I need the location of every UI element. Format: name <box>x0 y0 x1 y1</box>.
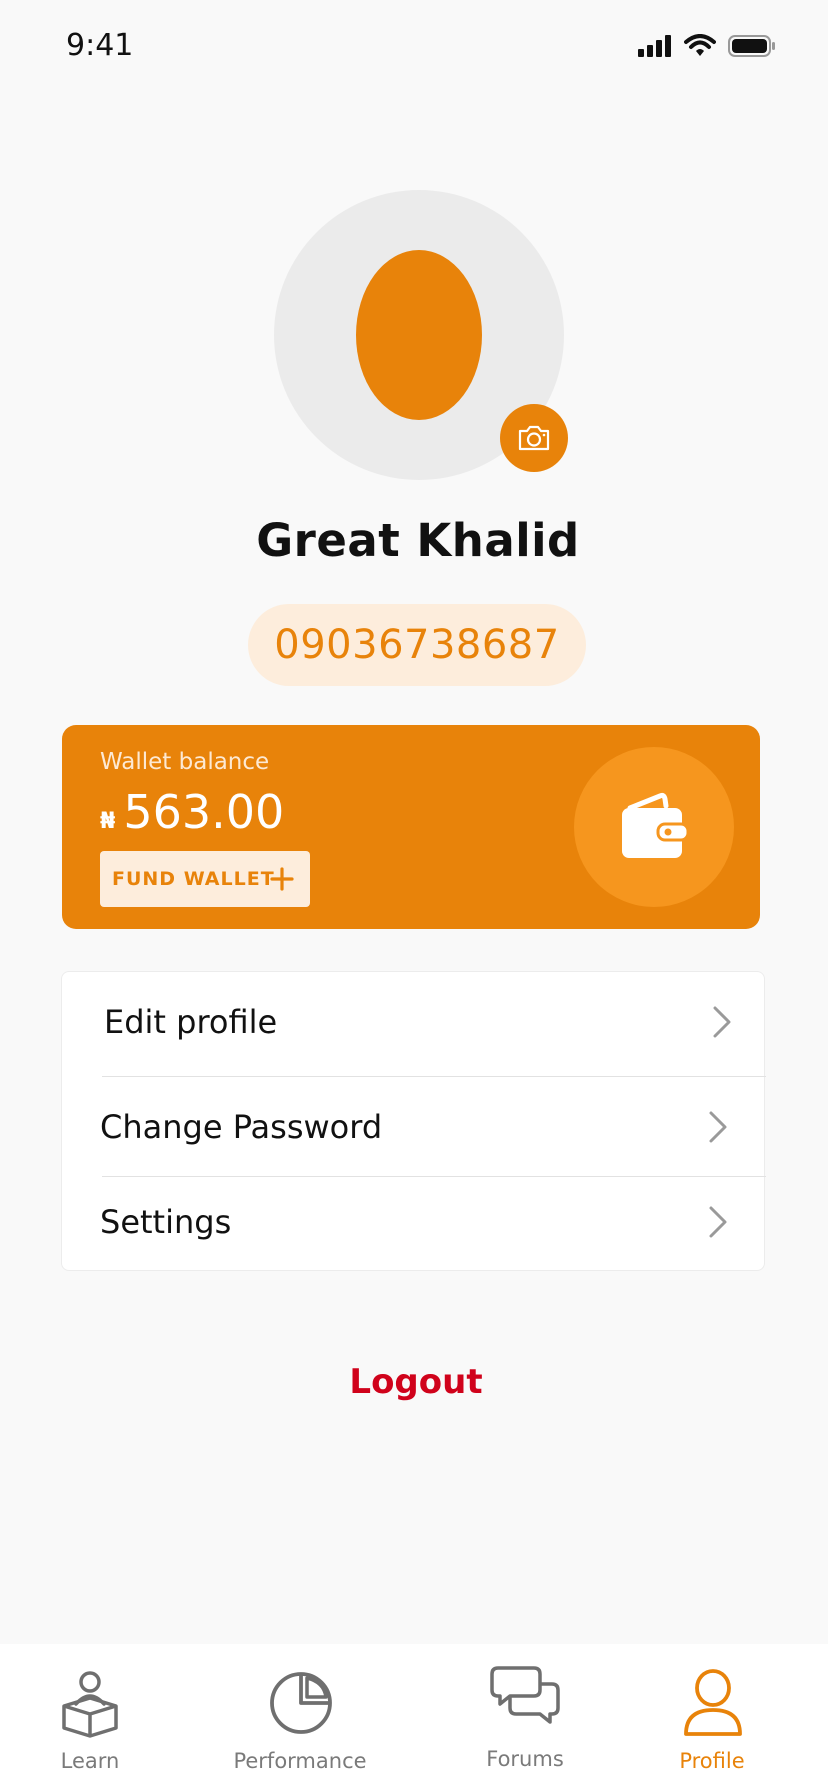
tab-performance[interactable]: Performance <box>220 1644 380 1792</box>
tab-profile[interactable]: Profile <box>662 1644 762 1792</box>
chat-bubbles-icon <box>490 1666 560 1724</box>
chevron-right-icon <box>709 1111 727 1143</box>
logout-button[interactable]: Logout <box>0 1362 828 1402</box>
profile-name: Great Khalid <box>256 514 580 567</box>
wallet-balance-label: Wallet balance <box>100 749 270 775</box>
wallet-icon-badge <box>574 747 734 907</box>
tab-label: Profile <box>679 1749 745 1773</box>
menu-item-edit-profile[interactable]: Edit profile <box>62 972 766 1072</box>
user-icon <box>684 1669 742 1736</box>
phone-number-badge: 09036738687 <box>248 604 586 686</box>
menu-item-label: Edit profile <box>104 1003 278 1041</box>
learn-icon <box>62 1671 118 1738</box>
change-photo-button[interactable] <box>500 404 568 472</box>
tab-label: Performance <box>233 1749 367 1773</box>
battery-icon <box>728 35 775 57</box>
bottom-tab-bar: Learn Performance Forums Profile <box>0 1644 828 1792</box>
chevron-right-icon <box>713 1006 731 1038</box>
wallet-balance: ₦ 563.00 <box>100 785 284 839</box>
camera-icon <box>518 425 550 451</box>
wallet-icon <box>622 792 690 858</box>
signal-icon <box>638 35 671 57</box>
wallet-balance-value: 563.00 <box>123 785 285 839</box>
wifi-icon <box>684 34 716 56</box>
status-icons <box>638 34 776 58</box>
avatar-placeholder-shape <box>356 250 482 420</box>
menu-item-label: Settings <box>100 1203 232 1241</box>
menu-item-label: Change Password <box>100 1108 383 1146</box>
fund-wallet-button[interactable]: FUND WALLET <box>100 851 310 907</box>
tab-learn[interactable]: Learn <box>40 1644 140 1792</box>
tab-label: Learn <box>60 1749 120 1773</box>
currency-symbol: ₦ <box>100 809 116 834</box>
menu-item-settings[interactable]: Settings <box>62 1172 766 1272</box>
fund-wallet-label: FUND WALLET <box>112 868 275 890</box>
tab-label: Forums <box>486 1747 564 1771</box>
wallet-card: Wallet balance ₦ 563.00 FUND WALLET <box>62 725 760 929</box>
plus-icon <box>270 867 294 891</box>
status-time: 9:41 <box>66 28 134 63</box>
chevron-right-icon <box>709 1206 727 1238</box>
profile-menu: Edit profile Change Password Settings <box>61 971 766 1272</box>
menu-item-change-password[interactable]: Change Password <box>62 1077 766 1177</box>
tab-forums[interactable]: Forums <box>470 1644 580 1792</box>
pie-chart-icon <box>270 1672 332 1734</box>
profile-screen: 9:41 Great Khalid 09036738687 Wallet bal… <box>0 0 828 1792</box>
